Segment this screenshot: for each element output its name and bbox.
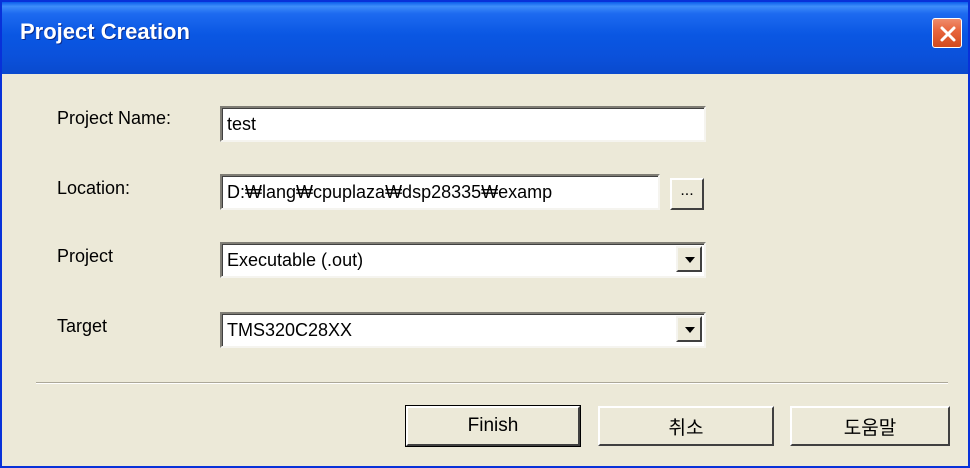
cancel-button[interactable]: 취소 (598, 406, 774, 446)
project-type-label: Project (57, 246, 114, 266)
target-value: TMS320C28XX (227, 320, 353, 340)
project-name-input[interactable]: test (220, 106, 706, 142)
chevron-down-icon (685, 257, 695, 263)
project-type-value: Executable (.out) (227, 250, 364, 270)
close-button[interactable] (932, 18, 962, 48)
window-title: Project Creation (20, 19, 190, 44)
location-label: Location: (57, 178, 131, 198)
title-bar[interactable]: Project Creation (2, 2, 968, 74)
project-creation-dialog: Project Creation Project Name: test Loca… (0, 0, 970, 468)
project-name-value: test (227, 114, 257, 134)
location-input[interactable]: D:₩lang₩cpuplaza₩dsp28335₩examp (220, 174, 660, 210)
location-value: D:₩lang₩cpuplaza₩dsp28335₩examp (227, 182, 553, 202)
help-button[interactable]: 도움말 (790, 406, 950, 446)
target-select[interactable]: TMS320C28XX (220, 312, 706, 348)
separator (36, 382, 948, 384)
project-name-label: Project Name: (57, 108, 172, 128)
close-icon (940, 26, 956, 42)
browse-button[interactable]: ... (670, 178, 704, 210)
target-label: Target (57, 316, 108, 336)
target-dropdown-button[interactable] (676, 316, 702, 342)
project-type-select[interactable]: Executable (.out) (220, 242, 706, 278)
project-type-dropdown-button[interactable] (676, 246, 702, 272)
finish-button[interactable]: Finish (405, 405, 581, 447)
chevron-down-icon (685, 327, 695, 333)
